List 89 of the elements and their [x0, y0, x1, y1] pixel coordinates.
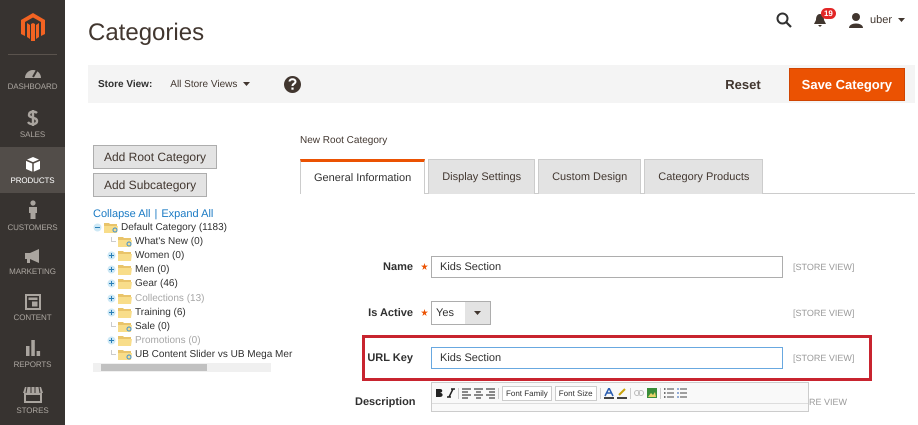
italic-icon[interactable] — [447, 388, 455, 398]
tree-item[interactable]: What's New (0) — [135, 236, 204, 247]
dollar-icon — [26, 109, 38, 127]
store-view-dropdown[interactable]: All Store Views — [170, 78, 238, 90]
expand-icon[interactable] — [107, 294, 116, 303]
caret-icon[interactable] — [243, 82, 250, 86]
collapse-all-link[interactable]: Collapse All — [93, 208, 150, 220]
folder-icon — [118, 335, 133, 346]
expand-icon[interactable] — [107, 336, 116, 346]
reset-button[interactable]: Reset — [719, 76, 767, 92]
text-field[interactable]: Kids Section — [431, 347, 783, 369]
tree-item[interactable]: Default Category (1183) — [121, 222, 227, 233]
text-color-icon[interactable] — [604, 388, 614, 398]
numbered-list-icon[interactable] — [676, 388, 687, 398]
folder-icon — [118, 320, 133, 332]
tab[interactable]: Category Products — [644, 159, 764, 194]
sidebar-item[interactable]: SALES — [0, 101, 65, 147]
text-field[interactable]: Kids Section — [431, 256, 783, 278]
add-category-button[interactable]: Add Subcategory — [93, 173, 208, 197]
search-icon[interactable] — [776, 12, 792, 28]
folder-icon — [118, 349, 133, 360]
sidebar-item[interactable]: PRODUCTS — [0, 147, 65, 193]
align-right-icon[interactable] — [486, 388, 495, 398]
section-heading: New Root Category — [300, 135, 388, 146]
scope-label: [STORE VIEW] — [793, 262, 854, 272]
expand-icon[interactable] — [107, 265, 116, 274]
folder-icon — [118, 306, 133, 318]
image-icon[interactable] — [646, 388, 657, 398]
expand-all-link[interactable]: Expand All — [161, 208, 214, 220]
align-left-icon[interactable] — [462, 388, 471, 398]
storefront-icon — [22, 386, 44, 402]
tab[interactable]: Display Settings — [428, 159, 536, 194]
separator: | — [154, 208, 158, 220]
person-icon — [26, 200, 38, 220]
sidebar-item[interactable]: CUSTOMERS — [0, 193, 65, 239]
caret-icon[interactable] — [474, 310, 481, 314]
folder-icon — [118, 278, 133, 290]
save-category-button[interactable]: Save Category — [788, 68, 905, 100]
field-label: Name — [382, 261, 414, 273]
horizontal-scrollbar[interactable] — [93, 362, 271, 372]
sidebar-item[interactable]: MARKETING — [0, 239, 65, 285]
notification-badge: 19 — [820, 8, 836, 18]
rich-text-editor[interactable]: Font Family Font Size — [431, 382, 809, 412]
folder-icon — [118, 264, 133, 276]
sidebar-item[interactable]: CONTENT — [0, 285, 65, 331]
page-title: Categories — [88, 18, 206, 46]
tree-item[interactable]: Men (0) — [135, 264, 170, 276]
select-field[interactable]: Yes — [431, 300, 491, 324]
sidebar-item[interactable]: REPORTS — [0, 331, 65, 377]
bullet-list-icon[interactable] — [664, 388, 674, 398]
tree-item[interactable]: UB Content Slider vs UB Mega Mer — [135, 349, 292, 360]
help-icon[interactable] — [284, 76, 302, 92]
align-center-icon[interactable] — [474, 388, 483, 398]
expand-icon[interactable] — [107, 308, 116, 317]
font-size-dropdown[interactable]: Font Size — [554, 386, 597, 400]
field-label: Description — [355, 396, 417, 408]
folder-icon — [118, 250, 133, 261]
sidebar-item[interactable]: DASHBOARD — [0, 55, 65, 101]
scope-label: [STORE VIEW] — [793, 353, 854, 363]
add-category-button[interactable]: Add Root Category — [93, 145, 218, 169]
tree-item[interactable]: Gear (46) — [135, 278, 178, 290]
folder-icon — [118, 292, 133, 304]
field-label: URL Key — [366, 352, 414, 364]
scope-label: RE VIEW — [809, 397, 848, 407]
collapse-icon[interactable] — [93, 222, 102, 232]
field-label: Is Active — [367, 306, 414, 318]
user-icon — [848, 12, 864, 28]
tree-item[interactable]: Training (6) — [135, 306, 186, 318]
user-menu[interactable]: uber — [870, 14, 892, 26]
caret-icon[interactable] — [898, 18, 905, 22]
folder-icon — [118, 236, 133, 247]
logo-icon[interactable] — [20, 13, 44, 41]
expand-icon[interactable] — [107, 250, 116, 260]
bell-icon[interactable] — [814, 12, 826, 26]
tree-item[interactable]: Sale (0) — [135, 320, 170, 332]
box-icon — [24, 156, 40, 172]
bold-icon[interactable] — [435, 388, 444, 398]
store-view-label: Store View: — [98, 78, 152, 90]
folder-icon — [104, 222, 119, 233]
expand-icon[interactable] — [107, 279, 116, 288]
layout-icon — [24, 294, 40, 310]
tree-item[interactable]: Women (0) — [135, 250, 184, 261]
scope-label: [STORE VIEW] — [793, 308, 854, 318]
tab[interactable]: Custom Design — [538, 159, 642, 194]
font-family-dropdown[interactable]: Font Family — [502, 386, 552, 400]
tab[interactable]: General Information — [300, 159, 426, 194]
sidebar-item[interactable]: STORES — [0, 377, 65, 423]
bar-chart-icon — [24, 339, 40, 357]
highlight-icon[interactable] — [616, 388, 627, 398]
